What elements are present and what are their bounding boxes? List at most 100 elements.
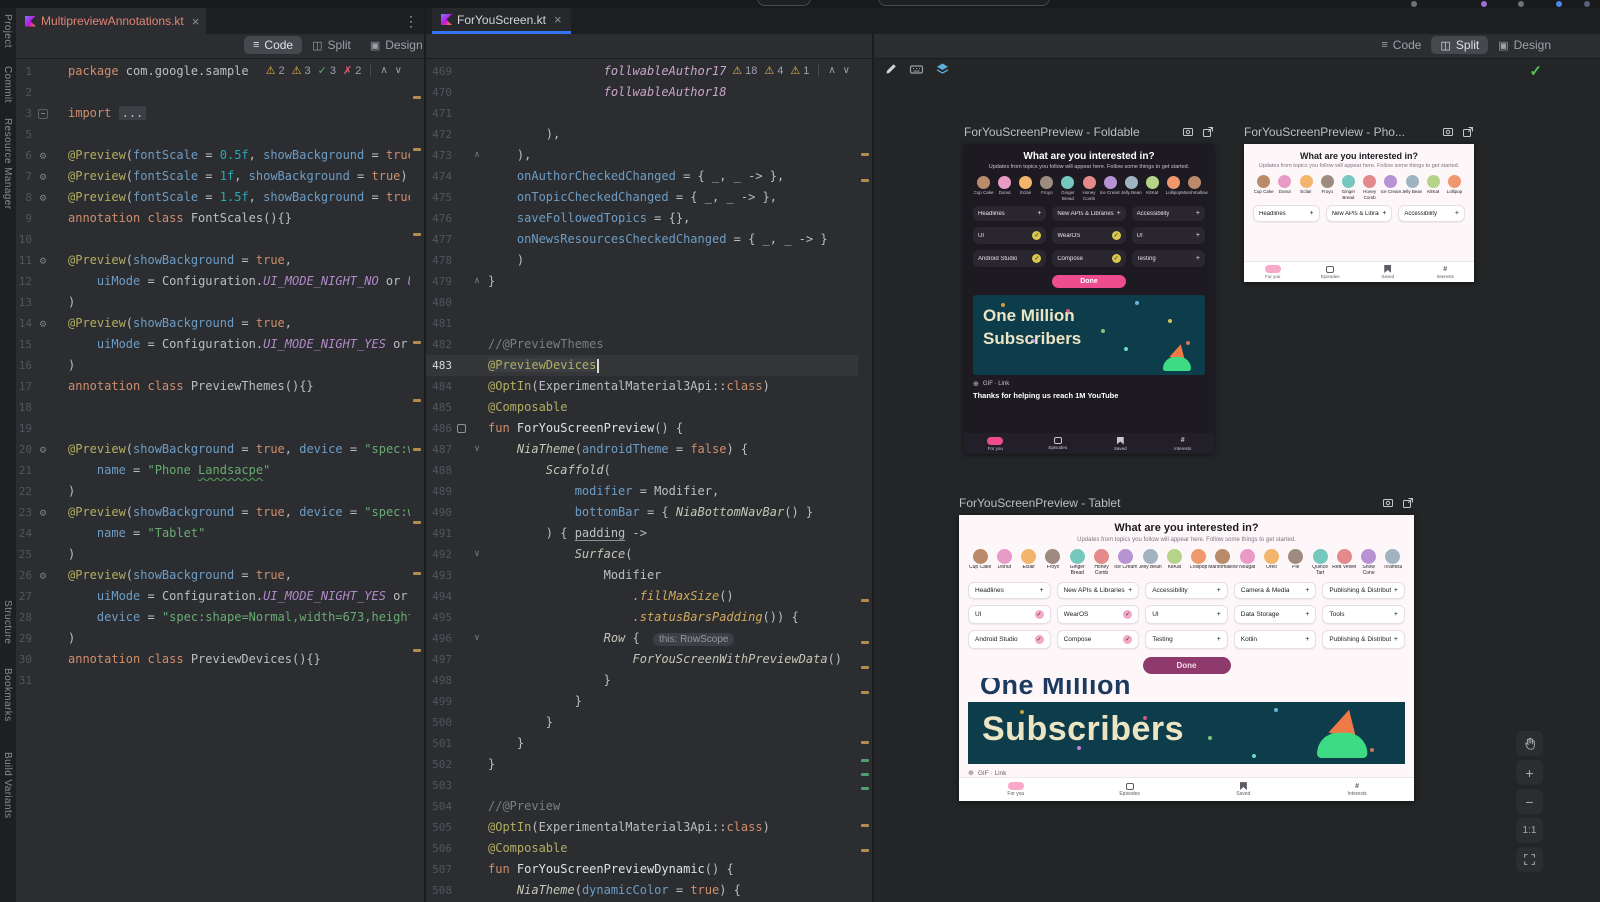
stripe-mark[interactable] [413, 341, 421, 344]
screenshot-icon[interactable] [1182, 126, 1194, 138]
preview-card-phone[interactable]: What are you interested in?Updates from … [1244, 144, 1474, 282]
nav-item-episodes[interactable]: Episodes [1302, 266, 1360, 279]
fold-expand-icon[interactable]: ∧ [470, 271, 484, 292]
code-line[interactable]: 493 Modifier [426, 565, 872, 586]
topic-chip[interactable]: Headlines+ [1253, 205, 1320, 222]
preview-annotation-gutter-icon[interactable]: ⚙ [32, 145, 54, 166]
topic-chip[interactable]: UI+ [1145, 605, 1228, 624]
split-view-button[interactable]: ◫Split [1431, 36, 1488, 54]
code-line[interactable]: 474 onAuthorCheckedChanged = { _, _ -> }… [426, 166, 872, 187]
topic-chip[interactable]: Headlines+ [973, 206, 1046, 221]
fold-collapse-icon[interactable]: ∨ [470, 439, 484, 460]
topic-chip[interactable]: Accessibility+ [1145, 582, 1228, 599]
code-line[interactable]: 26⚙@Preview(showBackground = true, [16, 565, 424, 586]
design-view-button[interactable]: ▣Design [1489, 36, 1560, 54]
code-line[interactable]: 20⚙@Preview(showBackground = true, devic… [16, 439, 424, 460]
stripe-mark[interactable] [861, 759, 869, 762]
stripe-mark[interactable] [413, 448, 421, 451]
code-line[interactable]: 11⚙@Preview(showBackground = true, [16, 250, 424, 271]
stripe-mark[interactable] [413, 148, 421, 151]
author-item[interactable]: Lollipop [1444, 175, 1465, 199]
code-line[interactable]: 471 [426, 103, 872, 124]
zoom-actual-size-button[interactable]: 1:1 [1516, 818, 1543, 843]
open-in-new-window-icon[interactable] [1462, 126, 1474, 138]
code-line[interactable]: 498 } [426, 670, 872, 691]
nav-item-interests[interactable]: #Interests [1417, 265, 1475, 279]
code-line[interactable]: 478 ) [426, 250, 872, 271]
code-line[interactable]: 488 Scaffold( [426, 460, 872, 481]
nav-item-saved[interactable]: Saved [1187, 782, 1301, 797]
code-line[interactable]: 25) [16, 544, 424, 565]
inspection-warning-count[interactable]: ⚠2 [266, 64, 285, 77]
nav-item-interests[interactable]: #Interests [1300, 782, 1414, 797]
code-line[interactable]: 495 .statusBarsPadding()) { [426, 607, 872, 628]
sidebar-item-project[interactable]: Project [2, 14, 13, 48]
author-item[interactable]: Donut [994, 176, 1015, 200]
hardware-input-icon[interactable] [909, 62, 924, 76]
stripe-mark[interactable] [861, 787, 869, 790]
sidebar-item-bookmarks[interactable]: Bookmarks [2, 668, 13, 722]
author-item[interactable]: Lollipop [1187, 549, 1211, 576]
author-item[interactable]: Froyo [1317, 175, 1338, 199]
code-line[interactable]: 7⚙@Preview(fontScale = 1f, showBackgroun… [16, 166, 424, 187]
code-line[interactable]: 16) [16, 355, 424, 376]
stripe-mark[interactable] [861, 849, 869, 852]
nav-item-for-you[interactable]: For you [964, 437, 1027, 451]
topic-chip[interactable]: Publishing & Distribution+ [1322, 582, 1405, 599]
error-stripe[interactable] [410, 59, 424, 902]
close-tab-icon[interactable]: × [554, 12, 562, 27]
author-item[interactable]: Cup Cake [968, 549, 992, 576]
stripe-mark[interactable] [861, 641, 869, 644]
fold-expand-icon[interactable]: ∧ [470, 145, 484, 166]
topic-chip[interactable]: UI+ [1132, 227, 1205, 244]
author-item[interactable]: Honey Comb [1359, 175, 1380, 199]
code-line[interactable]: 480 [426, 292, 872, 313]
code-line[interactable]: 23⚙@Preview(showBackground = true, devic… [16, 502, 424, 523]
author-item[interactable]: Froyo [1036, 176, 1057, 200]
topic-chip[interactable]: Accessibility+ [1132, 206, 1205, 221]
stripe-mark[interactable] [413, 96, 421, 99]
inspection-ok-count[interactable]: ✓3 [318, 64, 336, 77]
author-item[interactable]: KitKat [1162, 549, 1186, 576]
author-item[interactable]: Eclair [1295, 175, 1316, 199]
code-line[interactable]: 486fun ForYouScreenPreview() { [426, 418, 872, 439]
code-line[interactable]: 9annotation class FontScales(){} [16, 208, 424, 229]
inspection-warning-count[interactable]: ⚠1 [790, 64, 809, 77]
topic-chip[interactable]: Compose✓ [1052, 250, 1125, 267]
pane-divider[interactable] [424, 8, 426, 902]
sidebar-item-resource-manager[interactable]: Resource Manager [2, 118, 13, 209]
author-item[interactable]: Cup Cake [973, 176, 994, 200]
topic-chip[interactable]: New APIs & Libraries+ [1057, 582, 1140, 599]
stripe-mark[interactable] [413, 399, 421, 402]
code-line[interactable]: 472 ), [426, 124, 872, 145]
preview-card-tablet[interactable]: What are you interested in?Updates from … [959, 515, 1414, 801]
nav-item-for-you[interactable]: For you [1244, 265, 1302, 279]
author-item[interactable]: Snow Cone [1357, 549, 1381, 576]
code-line[interactable]: 502} [426, 754, 872, 775]
author-item[interactable]: Honey Comb [1089, 549, 1113, 576]
code-line[interactable]: 507fun ForYouScreenPreviewDynamic() { [426, 859, 872, 880]
code-line[interactable]: 481 [426, 313, 872, 334]
more-options-icon[interactable]: ⋮ [404, 13, 418, 30]
code-line[interactable]: 506@Composable [426, 838, 872, 859]
layers-icon[interactable] [935, 62, 950, 76]
inspection-warning-count[interactable]: ⚠4 [764, 64, 783, 77]
preview-annotation-gutter-icon[interactable]: ⚙ [32, 439, 54, 460]
code-line[interactable]: 487∨ NiaTheme(androidTheme = false) { [426, 439, 872, 460]
nav-item-for-you[interactable]: For you [959, 782, 1073, 797]
code-line[interactable]: 505@OptIn(ExperimentalMaterial3Api::clas… [426, 817, 872, 838]
author-item[interactable]: Marshmallow [1211, 549, 1235, 576]
ui-check-pencil-icon[interactable] [884, 62, 898, 76]
topic-chip[interactable]: Testing+ [1145, 630, 1228, 649]
done-button[interactable]: Done [1052, 275, 1126, 288]
tab-multipreview-annotations[interactable]: MultipreviewAnnotations.kt × [16, 8, 206, 34]
subscriber-banner[interactable]: One MillionSubscribers [973, 295, 1205, 375]
topic-chip[interactable]: Headlines+ [968, 582, 1051, 599]
code-line[interactable]: 497 ForYouScreenWithPreviewData() [426, 649, 872, 670]
author-item[interactable]: Red Velvet [1332, 549, 1356, 576]
code-line[interactable]: 473∧ ), [426, 145, 872, 166]
pan-hand-button[interactable] [1516, 731, 1543, 756]
error-stripe[interactable] [858, 59, 872, 902]
sidebar-item-structure[interactable]: Structure [2, 600, 13, 644]
code-line[interactable]: 479∧} [426, 271, 872, 292]
